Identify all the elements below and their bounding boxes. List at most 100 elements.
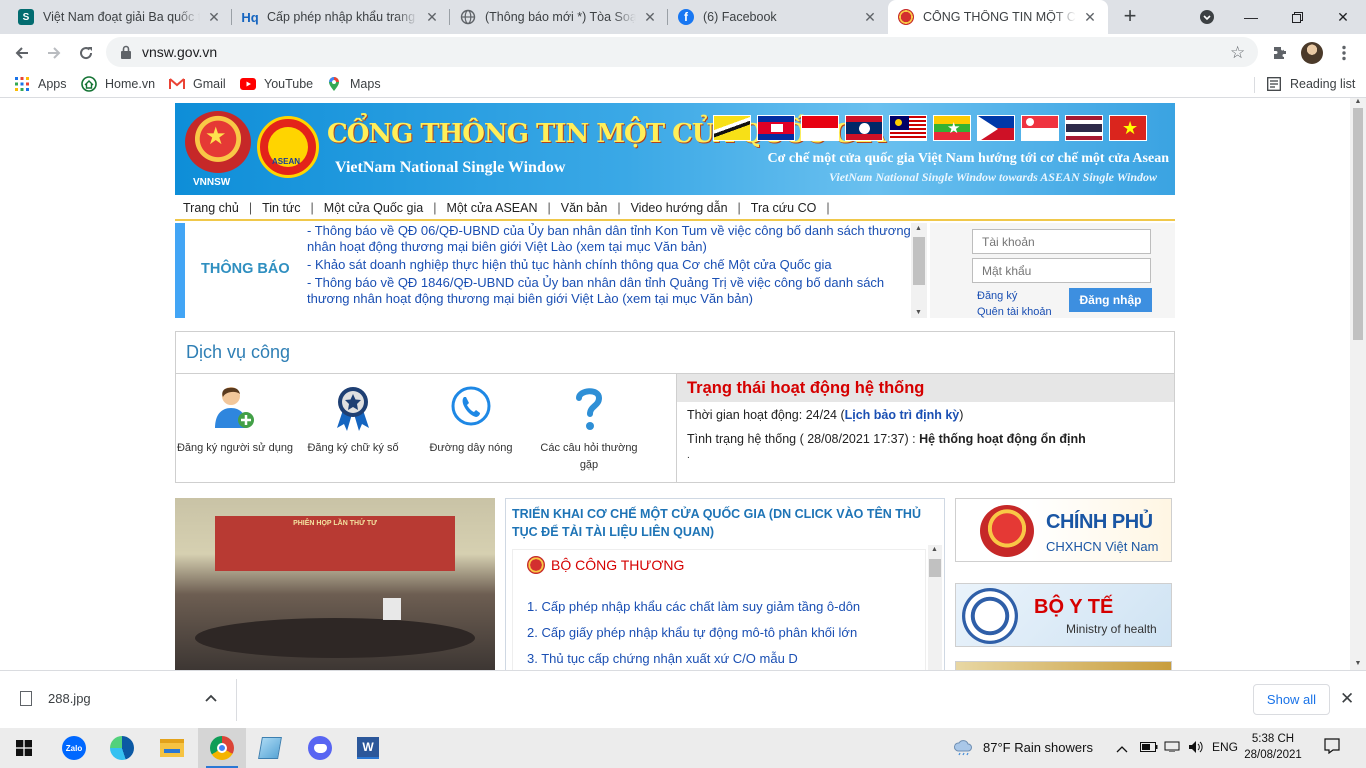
nav-national-single-window[interactable]: Một cửa Quốc gia — [324, 201, 423, 215]
notice-item[interactable]: - Thông báo về QĐ 1846/QĐ-UBND của Ủy ba… — [307, 275, 911, 307]
myanmar-flag-icon[interactable]: ★ — [933, 115, 971, 141]
notice-scrollbar[interactable]: ▲ ▼ — [911, 223, 927, 318]
procedures-scrollbar[interactable]: ▲ — [928, 545, 942, 670]
address-bar[interactable] — [106, 37, 1258, 67]
bookmark-star-icon[interactable]: ☆ — [1230, 43, 1245, 63]
thailand-flag-icon[interactable] — [1065, 115, 1103, 141]
hotline-service[interactable]: Đường dây nóng — [412, 384, 530, 457]
edge-icon[interactable] — [98, 728, 146, 768]
weather-text[interactable]: 87°F Rain showers — [983, 740, 1093, 755]
weather-icon[interactable] — [952, 738, 974, 759]
close-download-bar-icon[interactable]: ✕ — [1340, 689, 1354, 709]
notice-scroll-thumb[interactable] — [913, 237, 925, 285]
windows-start-icon[interactable] — [0, 728, 48, 768]
notification-icon[interactable] — [1324, 738, 1340, 757]
notepad-icon[interactable] — [246, 728, 294, 768]
bookmark-home-vn[interactable]: Home.vn — [81, 75, 155, 93]
register-link[interactable]: Đăng ký — [977, 290, 1017, 302]
scroll-up-icon[interactable]: ▲ — [1350, 98, 1366, 108]
ministry-heading: BỘ CÔNG THƯƠNG — [527, 556, 684, 574]
minimize-icon[interactable]: — — [1228, 0, 1274, 34]
close-icon[interactable]: ✕ — [862, 9, 878, 26]
new-tab-button[interactable]: + — [1118, 5, 1142, 29]
word-icon[interactable]: W — [344, 728, 392, 768]
notice-item[interactable]: - Thông báo về QĐ 06/QĐ-UBND của Ủy ban … — [307, 223, 911, 255]
brunei-flag-icon[interactable] — [713, 115, 751, 141]
nav-asean-single-window[interactable]: Một cửa ASEAN — [446, 201, 537, 215]
zalo-icon[interactable]: Zalo — [50, 728, 98, 768]
scroll-up-icon[interactable]: ▲ — [915, 225, 922, 232]
register-user-service[interactable]: Đăng ký người sử dụng — [176, 384, 294, 457]
tab-3[interactable]: (Thông báo mới *) Tòa Soạn Báo ✕ — [450, 0, 668, 34]
system-clock[interactable]: 5:38 CH 28/08/2021 — [1240, 731, 1306, 763]
cambodia-flag-icon[interactable] — [757, 115, 795, 141]
maintenance-schedule-link[interactable]: Lịch bảo trì định kỳ — [845, 408, 960, 422]
procedures-scroll-thumb[interactable] — [929, 559, 941, 577]
singapore-flag-icon[interactable] — [1021, 115, 1059, 141]
network-icon[interactable] — [1164, 740, 1180, 755]
discord-icon[interactable] — [296, 728, 344, 768]
chevron-up-icon[interactable] — [205, 691, 217, 705]
scroll-down-icon[interactable]: ▼ — [1350, 660, 1366, 670]
nav-documents[interactable]: Văn bản — [561, 201, 608, 215]
forward-icon[interactable] — [40, 39, 68, 67]
extensions-icon[interactable] — [1266, 39, 1294, 67]
password-input[interactable] — [972, 258, 1151, 283]
back-icon[interactable] — [8, 39, 36, 67]
tab-2[interactable]: Hq Cấp phép nhập khẩu trang thiết ✕ — [232, 0, 450, 34]
tab-4[interactable]: f (6) Facebook ✕ — [668, 0, 888, 34]
show-all-button[interactable]: Show all — [1253, 684, 1330, 715]
input-language[interactable]: ENG — [1212, 740, 1238, 754]
reload-icon[interactable] — [72, 39, 100, 67]
page-scroll-thumb[interactable] — [1353, 108, 1363, 340]
philippines-flag-icon[interactable] — [977, 115, 1015, 141]
nav-co-lookup[interactable]: Tra cứu CO — [751, 201, 817, 215]
bookmark-gmail[interactable]: Gmail — [169, 75, 226, 93]
close-icon[interactable]: ✕ — [1082, 9, 1098, 26]
close-window-icon[interactable]: ✕ — [1320, 0, 1366, 34]
procedure-item[interactable]: 1. Cấp phép nhập khẩu các chất làm suy g… — [527, 594, 860, 620]
page-scrollbar[interactable]: ▲ ▼ — [1350, 98, 1366, 670]
file-explorer-icon[interactable] — [148, 728, 196, 768]
scroll-up-icon[interactable]: ▲ — [931, 546, 938, 553]
nav-home[interactable]: Trang chủ — [183, 201, 239, 215]
volume-icon[interactable] — [1188, 740, 1204, 757]
menu-kebab-icon[interactable] — [1330, 39, 1358, 67]
procedure-item[interactable]: 2. Cấp giấy phép nhập khẩu tự động mô-tô… — [527, 620, 860, 646]
close-icon[interactable]: ✕ — [424, 9, 440, 26]
reading-list-button[interactable]: Reading list — [1266, 75, 1355, 93]
nav-news[interactable]: Tin tức — [262, 201, 300, 215]
procedure-item[interactable]: 3. Thủ tục cấp chứng nhận xuất xứ C/O mẫ… — [527, 646, 860, 670]
faq-service[interactable]: Các câu hỏi thường gặp — [530, 384, 648, 474]
tab-5-active[interactable]: CỔNG THÔNG TIN MỘT CỬA QUỐC ✕ — [888, 0, 1108, 34]
register-digital-signature-service[interactable]: Đăng ký chữ ký số — [294, 384, 412, 457]
notice-item[interactable]: - Khảo sát doanh nghiệp thực hiện thủ tụ… — [307, 257, 911, 273]
url-input[interactable] — [142, 44, 1042, 60]
government-portal-link[interactable]: CHÍNH PHỦ CHXHCN Việt Nam — [955, 498, 1172, 562]
laos-flag-icon[interactable] — [845, 115, 883, 141]
battery-icon[interactable] — [1140, 740, 1158, 755]
indonesia-flag-icon[interactable] — [801, 115, 839, 141]
tab-1[interactable]: S Việt Nam đoạt giải Ba quốc tế ✕ — [8, 0, 232, 34]
account-input[interactable] — [972, 229, 1151, 254]
partner-logo-link[interactable] — [955, 661, 1172, 670]
forgot-account-link[interactable]: Quên tài khoản — [977, 306, 1052, 318]
bookmark-maps[interactable]: Maps — [326, 75, 381, 93]
bookmark-youtube[interactable]: YouTube — [240, 75, 313, 93]
chevron-up-icon[interactable] — [1116, 741, 1128, 756]
download-item[interactable]: 288.jpg — [20, 691, 91, 706]
malaysia-flag-icon[interactable] — [889, 115, 927, 141]
scroll-down-icon[interactable]: ▼ — [915, 309, 922, 316]
vietnam-flag-icon[interactable]: ★ — [1109, 115, 1147, 141]
meeting-photo[interactable]: PHIÊN HỌP LẦN THỨ TƯ — [175, 498, 495, 670]
restore-icon[interactable] — [1274, 0, 1320, 34]
chrome-icon[interactable] — [198, 728, 246, 768]
ministry-of-health-link[interactable]: BỘ Y TẾ Ministry of health — [955, 583, 1172, 647]
close-icon[interactable]: ✕ — [206, 9, 222, 26]
tab-search-icon[interactable] — [1184, 0, 1230, 34]
profile-avatar[interactable] — [1298, 39, 1326, 67]
nav-video-guides[interactable]: Video hướng dẫn — [631, 201, 728, 215]
close-icon[interactable]: ✕ — [642, 9, 658, 26]
bookmark-apps[interactable]: Apps — [14, 75, 67, 93]
login-button[interactable]: Đăng nhập — [1069, 288, 1152, 312]
